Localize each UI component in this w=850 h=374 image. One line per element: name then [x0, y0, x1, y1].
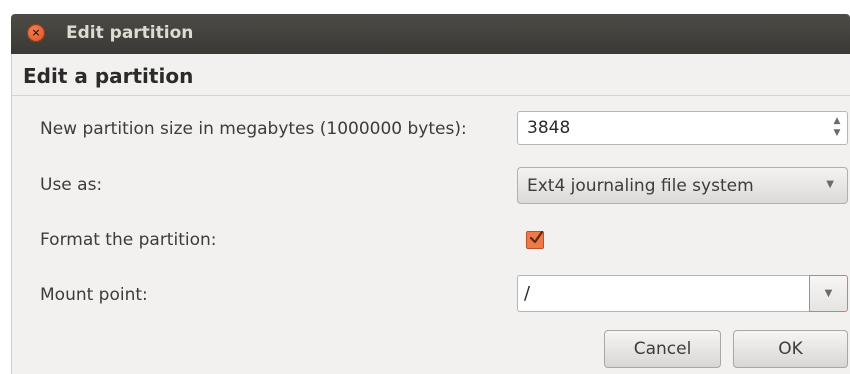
- dialog-header: Edit a partition: [12, 54, 850, 96]
- use-as-select[interactable]: Ext4 journaling file system ▼: [517, 167, 848, 204]
- mount-dropdown-button[interactable]: ▼: [809, 275, 848, 312]
- dialog-content: Edit a partition New partition size in m…: [11, 54, 850, 374]
- chevron-down-icon: ▼: [826, 179, 834, 190]
- dialog-heading: Edit a partition: [23, 64, 194, 88]
- spin-arrows-icon[interactable]: ▲ ▼: [831, 115, 843, 141]
- format-checkbox[interactable]: [526, 230, 544, 249]
- format-label: Format the partition:: [40, 230, 217, 250]
- mount-point-value[interactable]: /: [524, 283, 530, 304]
- size-value[interactable]: 3848: [527, 118, 570, 138]
- mount-label: Mount point:: [40, 285, 148, 305]
- cancel-button[interactable]: Cancel: [604, 330, 721, 368]
- use-as-value: Ext4 journaling file system: [527, 176, 754, 196]
- use-as-label: Use as:: [40, 175, 103, 195]
- ok-button[interactable]: OK: [733, 330, 848, 368]
- window-title: Edit partition: [66, 23, 194, 43]
- checkmark-icon: [529, 230, 544, 244]
- titlebar: × Edit partition: [11, 14, 850, 54]
- edit-partition-window: × Edit partition Edit a partition New pa…: [0, 0, 850, 374]
- close-icon[interactable]: ×: [27, 24, 45, 42]
- size-spinbox[interactable]: 3848 ▲ ▼: [517, 111, 848, 145]
- mount-point-input[interactable]: /: [517, 275, 810, 312]
- size-label: New partition size in megabytes (1000000…: [40, 119, 467, 139]
- chevron-down-icon: ▼: [824, 288, 833, 299]
